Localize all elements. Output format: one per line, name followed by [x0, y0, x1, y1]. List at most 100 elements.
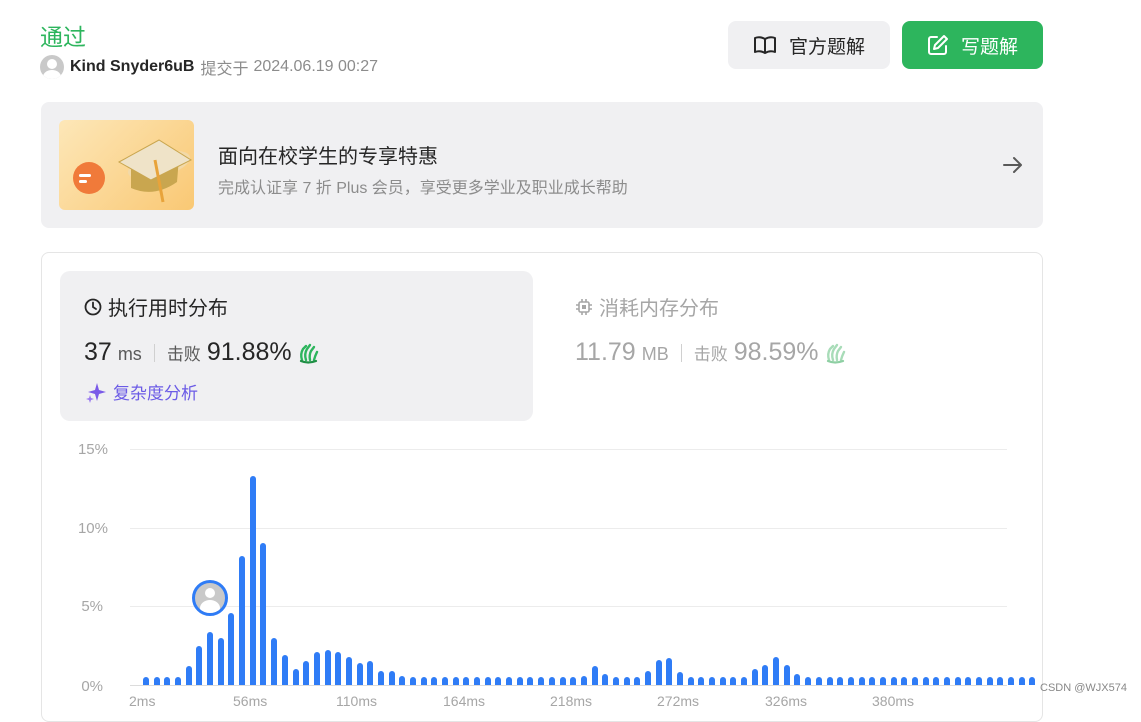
chart-bar[interactable]: [228, 612, 235, 685]
chart-bar[interactable]: [143, 677, 149, 685]
chart-bar[interactable]: [837, 677, 844, 685]
chart-bar[interactable]: [303, 661, 310, 685]
chart-bar[interactable]: [890, 677, 897, 685]
chart-bar[interactable]: [474, 677, 481, 685]
chart-bar[interactable]: [175, 677, 182, 685]
chart-bar[interactable]: [879, 677, 886, 685]
chart-bar[interactable]: [452, 677, 459, 685]
chart-bar[interactable]: [911, 677, 918, 685]
chart-bar[interactable]: [249, 475, 256, 685]
chart-bar[interactable]: [281, 655, 288, 685]
chart-bar[interactable]: [687, 677, 694, 685]
chart-bar[interactable]: [463, 677, 470, 685]
chart-bar[interactable]: [933, 677, 940, 685]
submitted-label: 提交于: [200, 61, 249, 78]
chart-bar[interactable]: [527, 677, 534, 685]
chart-bar[interactable]: [612, 677, 619, 685]
chart-bar[interactable]: [762, 664, 769, 685]
chart-bar[interactable]: [719, 677, 726, 685]
chart-bar[interactable]: [997, 677, 1004, 685]
chart-bar[interactable]: [335, 651, 342, 685]
chart-bar[interactable]: [548, 677, 555, 685]
chart-bar[interactable]: [153, 677, 160, 685]
chart-bar[interactable]: [399, 675, 406, 685]
chart-bar[interactable]: [570, 677, 577, 685]
chart-bar[interactable]: [826, 677, 833, 685]
chart-bar[interactable]: [196, 645, 203, 685]
chart-bar[interactable]: [655, 659, 662, 685]
chart-bar[interactable]: [207, 631, 214, 685]
chart-bar[interactable]: [634, 677, 641, 685]
chart-bar[interactable]: [239, 555, 246, 685]
chart-bar[interactable]: [1008, 677, 1015, 685]
chart-bar[interactable]: [313, 651, 320, 685]
chart-bar[interactable]: [442, 677, 449, 685]
chart-bar[interactable]: [1029, 677, 1036, 685]
chart-bar[interactable]: [431, 677, 438, 685]
x-tick-label: 2ms: [129, 693, 156, 709]
chart-bar[interactable]: [292, 669, 299, 685]
sparkle-icon: [86, 382, 106, 403]
chart-bar[interactable]: [794, 673, 801, 685]
chart-bar[interactable]: [730, 677, 737, 685]
chart-bar[interactable]: [741, 677, 748, 685]
chart-bar[interactable]: [538, 677, 545, 685]
chart-bar[interactable]: [805, 677, 812, 685]
submission-status: 通过: [40, 24, 86, 50]
tab-memory-distribution[interactable]: 消耗内存分布: [575, 292, 719, 321]
runtime-beats-label: 击败: [166, 345, 201, 364]
chart-bar[interactable]: [773, 656, 780, 685]
chart-bar[interactable]: [602, 673, 609, 685]
chart-bar[interactable]: [345, 656, 352, 685]
arrow-right-icon[interactable]: [1001, 153, 1025, 177]
complexity-analysis-link[interactable]: 复杂度分析: [85, 379, 198, 404]
chart-bar[interactable]: [377, 670, 384, 685]
chart-bar[interactable]: [954, 677, 961, 685]
username[interactable]: Kind Snyder6uB: [70, 58, 194, 76]
chart-bar[interactable]: [783, 664, 790, 685]
chart-bar[interactable]: [965, 677, 972, 685]
write-solution-button[interactable]: 写题解: [902, 21, 1043, 69]
chart-bar[interactable]: [185, 666, 192, 685]
chart-bar[interactable]: [580, 675, 587, 685]
chart-bar[interactable]: [901, 677, 908, 685]
chart-bar[interactable]: [271, 637, 278, 685]
chart-bar[interactable]: [869, 677, 876, 685]
chart-bar[interactable]: [516, 677, 523, 685]
chart-bar[interactable]: [367, 661, 374, 685]
chart-bar[interactable]: [751, 669, 758, 685]
chart-bar[interactable]: [484, 677, 491, 685]
chart-bar[interactable]: [858, 677, 865, 685]
chart-bar[interactable]: [847, 677, 854, 685]
chart-bar[interactable]: [1018, 677, 1025, 685]
avatar[interactable]: [40, 55, 64, 79]
chart-bar[interactable]: [623, 677, 630, 685]
chart-bar[interactable]: [944, 677, 950, 685]
chart-bar[interactable]: [709, 677, 716, 685]
chart-bar[interactable]: [410, 677, 416, 685]
official-solution-button[interactable]: 官方题解: [728, 21, 890, 69]
chart-bar[interactable]: [666, 658, 673, 685]
chart-bar[interactable]: [495, 677, 502, 685]
memory-beats-label: 击败: [693, 345, 728, 364]
chart-bar[interactable]: [591, 666, 598, 685]
chart-bar[interactable]: [388, 670, 395, 685]
chart-bar[interactable]: [324, 650, 331, 685]
chart-bar[interactable]: [356, 662, 363, 685]
my-submission-marker[interactable]: [192, 580, 228, 616]
chart-bar[interactable]: [677, 672, 683, 685]
chart-bar[interactable]: [420, 677, 427, 685]
chart-bar[interactable]: [644, 670, 651, 685]
chart-bar[interactable]: [260, 543, 267, 685]
chart-bar[interactable]: [698, 677, 705, 685]
chart-bar[interactable]: [559, 677, 566, 685]
chart-bar[interactable]: [164, 677, 171, 685]
chart-bar[interactable]: [217, 637, 224, 685]
chart-bar[interactable]: [922, 677, 929, 685]
student-promo-banner[interactable]: 面向在校学生的专享特惠 完成认证享 7 折 Plus 会员，享受更多学业及职业成…: [41, 102, 1043, 228]
chart-bar[interactable]: [506, 677, 513, 685]
chart-bar[interactable]: [976, 677, 983, 685]
chart-bar[interactable]: [986, 677, 993, 685]
chart-bar[interactable]: [815, 677, 822, 685]
x-tick-label: 380ms: [872, 693, 915, 709]
